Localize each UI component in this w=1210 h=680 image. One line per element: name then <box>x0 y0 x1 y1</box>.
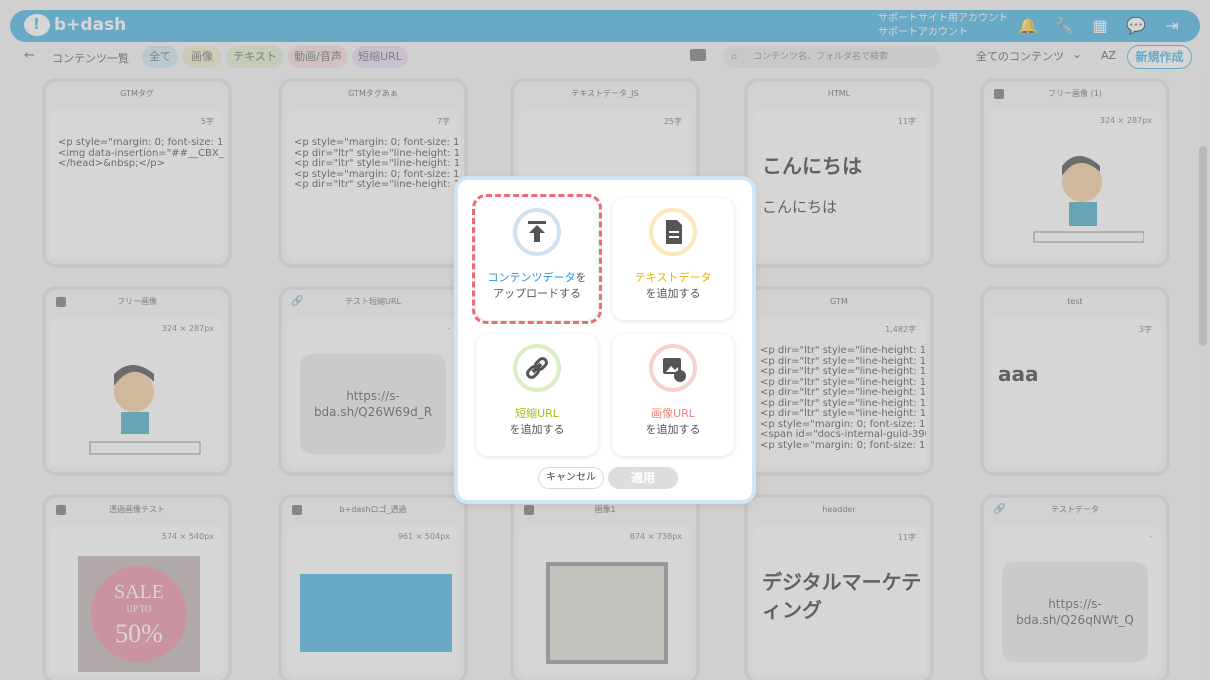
short-url-option-subtitle: を追加する <box>509 423 565 436</box>
add-short-url-option[interactable]: 短縮URL を追加する <box>476 334 598 456</box>
text-option-title: テキストデータ <box>634 271 712 284</box>
upload-option-suffix: を <box>575 271 587 284</box>
cancel-button[interactable]: キャンセル <box>538 467 604 489</box>
add-text-option[interactable]: テキストデータ を追加する <box>612 198 734 320</box>
apply-button[interactable]: 適用 <box>608 467 678 489</box>
link-icon <box>513 344 561 392</box>
add-image-url-option[interactable]: 画像URL を追加する <box>612 334 734 456</box>
text-option-subtitle: を追加する <box>645 287 701 300</box>
image-url-option-title: 画像URL <box>651 407 695 420</box>
upload-option-subtitle: アップロードする <box>493 287 581 300</box>
upload-option-title: コンテンツデータ <box>487 271 576 284</box>
short-url-option-title: 短縮URL <box>515 407 559 420</box>
add-content-modal: コンテンツデータを アップロードする テキストデータ を追加する 短縮URL を… <box>454 176 756 504</box>
image-link-icon <box>649 344 697 392</box>
upload-icon <box>513 208 561 256</box>
upload-content-option[interactable]: コンテンツデータを アップロードする <box>476 198 598 320</box>
image-url-option-subtitle: を追加する <box>645 423 701 436</box>
document-icon <box>649 208 697 256</box>
